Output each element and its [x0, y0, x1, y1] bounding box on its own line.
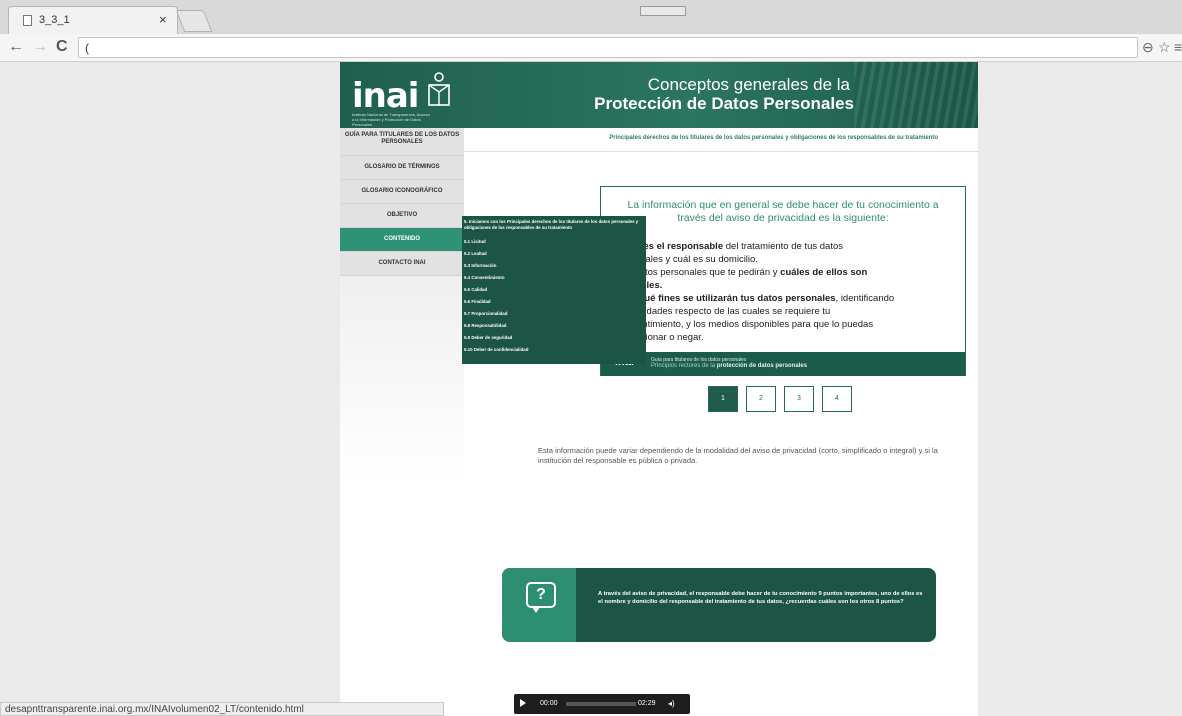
header-title-line1: Conceptos generales de la — [647, 75, 850, 94]
menu-item-5-3[interactable]: 5.3 Información — [464, 263, 644, 269]
tab-strip: 3_3_1 × — [0, 0, 1182, 34]
document-icon — [23, 15, 32, 26]
slide-bold: cuáles de ellos son — [780, 267, 868, 278]
slide-line: nsentimiento, y los medios disponibles p… — [627, 319, 874, 330]
menu-item-5-6[interactable]: 5.6 Finalidad — [464, 299, 644, 305]
contenido-dropdown-menu: 5. Iniciamos con los Principales derecho… — [462, 216, 646, 364]
tab-title: 3_3_1 — [39, 14, 70, 26]
volume-icon[interactable]: ◂) — [668, 699, 675, 708]
info-note: Esta información puede variar dependiend… — [538, 446, 938, 465]
content-slide: La información que en general se debe ha… — [600, 186, 966, 376]
sidebar-item-objetivo[interactable]: OBJETIVO — [340, 204, 464, 228]
menu-item-5-5[interactable]: 5.5 Calidad — [464, 287, 644, 293]
page-button-2[interactable]: 2 — [746, 386, 776, 412]
tab-close-icon[interactable]: × — [159, 12, 167, 27]
speech-tail — [532, 607, 540, 613]
logo-caption: Instituto Nacional de Transparencia, Acc… — [352, 112, 430, 127]
audio-player: 00:00 02:29 ◂) — [514, 694, 690, 714]
back-icon[interactable]: ← — [8, 38, 24, 56]
slide-line: ra qué fines se utilizarán tus datos per… — [627, 293, 947, 305]
inai-logo[interactable]: inai — [352, 76, 419, 116]
slide-bold: ra qué fines se utilizarán tus datos per… — [627, 293, 836, 304]
footer-line2: Principios rectores de la protección de … — [651, 363, 807, 369]
reload-icon[interactable]: C — [56, 38, 68, 56]
slide-text: s datos personales que te pedirán y — [627, 267, 781, 278]
menu-item-5-2[interactable]: 5.2 Lealtad — [464, 251, 644, 257]
section-subtitle: Principales derechos de los titulares de… — [464, 128, 978, 152]
question-box: ? A través del aviso de privacidad, el r… — [502, 568, 936, 642]
slide-text: , identificando — [835, 293, 895, 304]
slide-text: del tratamiento de tus datos — [723, 241, 843, 252]
sidebar-item-glosario-iconografico[interactable]: GLOSARIO ICONOGRÁFICO — [340, 180, 464, 204]
site-header: inai Instituto Nacional de Transparencia… — [340, 62, 978, 128]
page-button-1[interactable]: 1 — [708, 386, 738, 412]
slide-line: ién es el responsable del tratamiento de… — [627, 241, 947, 253]
question-icon-panel: ? — [502, 568, 576, 642]
slide-footer: inai Guía para titulares de los datos pe… — [601, 352, 965, 376]
slide-intro: La información que en general se debe ha… — [627, 199, 939, 224]
slide-line: rsonales y cuál es su domicilio. — [627, 254, 758, 265]
slide-line: porcionar o negar. — [627, 332, 704, 343]
header-decoration — [854, 62, 978, 128]
header-title-line2: Protección de Datos Personales — [594, 94, 854, 113]
duration: 02:29 — [638, 700, 656, 707]
sidebar-item-guia[interactable]: GUÍA PARA TITULARES DE LOS DATOS PERSONA… — [340, 128, 464, 156]
menu-item-5-8[interactable]: 5.8 Responsabilidad — [464, 323, 644, 329]
site-container: inai Instituto Nacional de Transparencia… — [340, 62, 978, 716]
menu-item-5-9[interactable]: 5.9 Deber de seguridad — [464, 335, 644, 341]
slide-line: finalidades respecto de las cuales se re… — [627, 306, 831, 317]
question-icon: ? — [526, 582, 556, 608]
forward-icon[interactable]: → — [32, 38, 48, 56]
sidebar: GUÍA PARA TITULARES DE LOS DATOS PERSONA… — [340, 128, 464, 716]
slide-body: ién es el responsable del tratamiento de… — [627, 241, 947, 345]
inai-logo-mark-icon — [428, 72, 450, 106]
sidebar-item-glosario-terminos[interactable]: GLOSARIO DE TÉRMINOS — [340, 156, 464, 180]
question-text: A través del aviso de privacidad, el res… — [598, 591, 923, 605]
page-viewport: inai Instituto Nacional de Transparencia… — [0, 62, 1182, 716]
footer-text: Principios rectores de la — [651, 363, 717, 369]
menu-item-5-7[interactable]: 5.7 Proporcionalidad — [464, 311, 644, 317]
status-bar-url: desapnttransparente.inai.org.mx/INAIvolu… — [0, 702, 444, 716]
footer-bold: protección de datos personales — [716, 363, 808, 369]
menu-item-5-4[interactable]: 5.4 Consentimiento — [464, 275, 644, 281]
slide-line: nsibles. — [627, 280, 947, 292]
current-time: 00:00 — [540, 700, 558, 707]
menu-item-5-10[interactable]: 5.10 Deber de confidencialidad — [464, 347, 644, 353]
bookmark-star-icon[interactable]: ☆ — [1158, 39, 1171, 56]
sidebar-item-contacto[interactable]: CONTACTO INAI — [340, 252, 464, 276]
zoom-icon[interactable]: ⊖ — [1142, 39, 1154, 56]
address-bar[interactable]: ( — [78, 37, 1138, 58]
page-button-3[interactable]: 3 — [784, 386, 814, 412]
slide-line: s datos personales que te pedirán y cuál… — [627, 267, 947, 279]
menu-item-5[interactable]: 5. Iniciamos con los Principales derecho… — [464, 219, 644, 231]
browser-tab[interactable]: 3_3_1 × — [8, 6, 178, 34]
play-icon[interactable] — [520, 699, 526, 707]
new-tab-button[interactable] — [175, 10, 213, 32]
browser-toolbar: ← → C ( ⊖ ☆ ≡ — [0, 34, 1182, 62]
window-control[interactable] — [640, 6, 686, 16]
progress-bar[interactable] — [566, 702, 636, 706]
page-button-4[interactable]: 4 — [822, 386, 852, 412]
sidebar-item-contenido[interactable]: CONTENIDO — [340, 228, 464, 252]
menu-item-5-1[interactable]: 5.1 Licitud — [464, 239, 644, 245]
menu-icon[interactable]: ≡ — [1174, 39, 1182, 55]
